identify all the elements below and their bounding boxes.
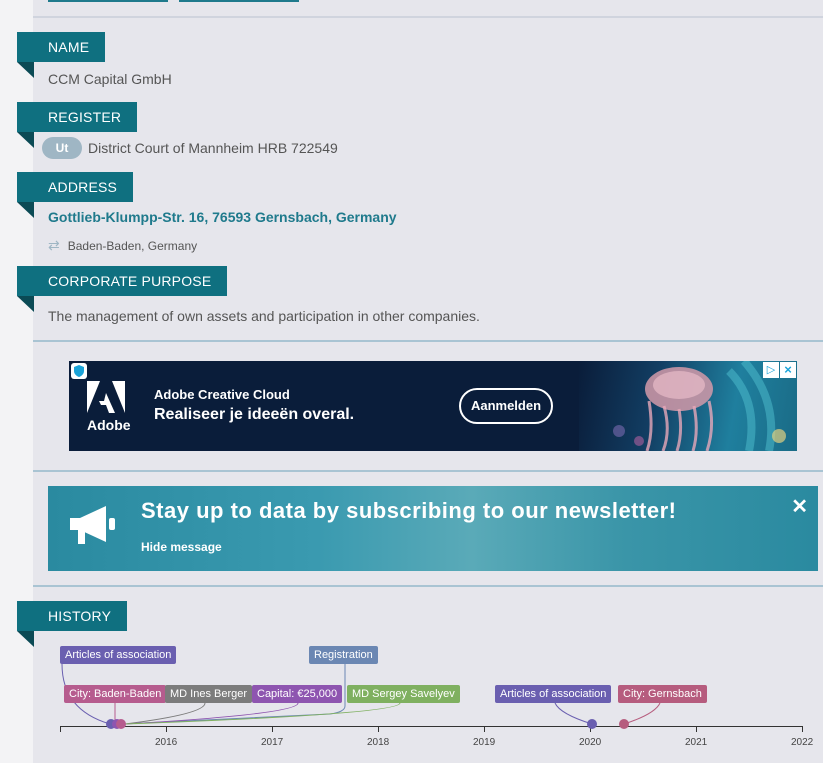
section-label-address: ADDRESS [17, 172, 134, 218]
timeline-event-tag[interactable]: Registration [309, 646, 378, 664]
play-triangle-icon[interactable]: ▷ [763, 362, 779, 378]
timeline-event-tag[interactable]: City: Gernsbach [618, 685, 707, 703]
corporate-purpose-text: The management of own assets and partici… [48, 308, 480, 324]
ad-headline: Realiseer je ideeën overal. [154, 406, 355, 423]
axis-year-label: 2018 [367, 737, 390, 748]
axis-year-label: 2020 [579, 737, 602, 748]
adobe-ad-banner[interactable]: Adobe Adobe Creative Cloud Realiseer je … [69, 361, 797, 451]
section-label-register: REGISTER [17, 102, 138, 148]
timeline-event-tag[interactable]: City: Baden-Baden [64, 685, 167, 703]
timeline-event-tag[interactable]: Articles of association [495, 685, 612, 703]
register-status-badge: Ut [42, 137, 82, 159]
axis-tick [484, 726, 485, 732]
timeline-event-tag[interactable]: Articles of association [60, 646, 177, 664]
timeline-event-tag[interactable]: Capital: €25,000 [252, 685, 343, 703]
adobe-a-icon [87, 381, 125, 413]
register-value: District Court of Mannheim HRB 722549 [88, 140, 338, 156]
timeline-event-dot[interactable] [116, 719, 126, 729]
timeline-event-tag[interactable]: MD Ines Berger [165, 685, 253, 703]
axis-year-label: 2017 [261, 737, 284, 748]
newsletter-title: Stay up to data by subscribing to our ne… [141, 498, 677, 523]
axis-tick [60, 726, 61, 732]
axis-tick [802, 726, 803, 732]
divider [33, 470, 823, 472]
axis-tick [696, 726, 697, 732]
timeline-axis [60, 726, 803, 727]
close-icon[interactable]: ✕ [791, 494, 808, 519]
timeline-event-tag[interactable]: MD Sergey Savelyev [347, 685, 460, 703]
ad-title: Adobe Creative Cloud [154, 387, 290, 402]
timeline-event-dot[interactable] [619, 719, 629, 729]
close-icon[interactable]: × [780, 362, 796, 378]
top-button-1[interactable] [48, 0, 168, 2]
previous-address: ⇄ Baden-Baden, Germany [48, 237, 197, 254]
timeline-event-dot[interactable] [587, 719, 597, 729]
top-button-2[interactable] [179, 0, 299, 2]
section-label-name: NAME [17, 32, 106, 78]
megaphone-icon [70, 506, 115, 544]
newsletter-banner: Stay up to data by subscribing to our ne… [48, 486, 818, 571]
axis-year-label: 2016 [155, 737, 178, 748]
ad-info-icon[interactable] [71, 363, 87, 379]
hide-message-link[interactable]: Hide message [141, 540, 222, 554]
section-label-purpose: CORPORATE PURPOSE [17, 266, 228, 312]
divider [33, 340, 823, 342]
previous-address-text: Baden-Baden, Germany [67, 238, 198, 253]
axis-tick [378, 726, 379, 732]
divider [33, 585, 823, 587]
axis-year-label: 2022 [791, 737, 814, 748]
axis-year-label: 2019 [473, 737, 496, 748]
divider [33, 16, 823, 18]
axis-tick [272, 726, 273, 732]
ad-signup-button[interactable]: Aanmelden [459, 388, 553, 424]
axis-year-label: 2021 [685, 737, 708, 748]
section-label-history: HISTORY [17, 601, 128, 647]
company-name: CCM Capital GmbH [48, 71, 172, 87]
address-link[interactable]: Gottlieb-Klumpp-Str. 16, 76593 Gernsbach… [48, 209, 397, 225]
axis-tick [166, 726, 167, 732]
swap-arrows-icon: ⇄ [48, 237, 60, 253]
